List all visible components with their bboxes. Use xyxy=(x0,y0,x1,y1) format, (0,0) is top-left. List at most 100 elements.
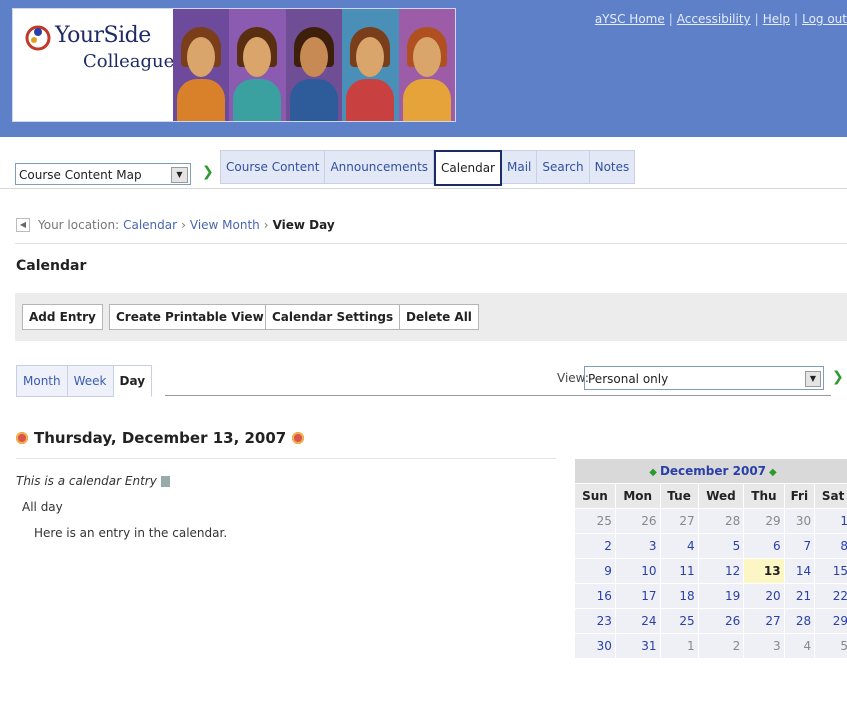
calendar-day[interactable]: 9 xyxy=(574,558,616,584)
calendar-day[interactable]: 1 xyxy=(814,508,847,534)
calendar-day[interactable]: 26 xyxy=(614,508,661,534)
calendar-day[interactable]: 14 xyxy=(783,558,816,584)
breadcrumb-separator-icon: › xyxy=(181,218,186,232)
logo-text-line1: YourSide xyxy=(55,23,151,48)
logo[interactable]: YourSide Colleague xyxy=(12,8,456,122)
calendar-day[interactable]: 22 xyxy=(814,583,847,609)
add-entry-button[interactable]: Add Entry xyxy=(22,304,103,330)
calendar-day[interactable]: 25 xyxy=(574,508,616,534)
breadcrumb-view-month[interactable]: View Month xyxy=(190,218,260,232)
calendar-day[interactable]: 3 xyxy=(614,533,661,559)
tab-mail[interactable]: Mail xyxy=(502,150,538,184)
calendar-day[interactable]: 16 xyxy=(574,583,616,609)
calendar-day[interactable]: 2 xyxy=(574,533,616,559)
delete-all-button[interactable]: Delete All xyxy=(399,304,479,330)
calendar-day[interactable]: 6 xyxy=(743,533,785,559)
entry-title[interactable]: This is a calendar Entry xyxy=(16,474,170,488)
calendar-day[interactable]: 19 xyxy=(697,583,745,609)
weekday-header: Mon xyxy=(614,483,661,509)
week-row: 9 10 11 12 13 14 15 xyxy=(574,558,847,584)
calendar-day[interactable]: 7 xyxy=(783,533,816,559)
calendar-day[interactable]: 11 xyxy=(659,558,699,584)
breadcrumb-calendar[interactable]: Calendar xyxy=(123,218,177,232)
view-filter-select[interactable]: Personal only ▼ xyxy=(584,366,824,390)
calendar-day[interactable]: 18 xyxy=(659,583,699,609)
breadcrumb-current: View Day xyxy=(272,218,335,232)
calendar-day[interactable]: 30 xyxy=(574,633,616,659)
chevron-down-icon: ▼ xyxy=(805,371,821,387)
calendar-day[interactable]: 15 xyxy=(814,558,847,584)
go-arrow-icon[interactable]: ❯ xyxy=(202,164,214,180)
view-filter-value: Personal only xyxy=(588,372,669,386)
logo-swirl-icon xyxy=(25,25,51,51)
weekday-header: Wed xyxy=(697,483,745,509)
course-map-select[interactable]: Course Content Map ▼ xyxy=(15,163,191,185)
weekday-header: Fri xyxy=(783,483,816,509)
mini-calendar: ◆ December 2007 ◆ Sun Mon Tue Wed Thu Fri Sat 25… xyxy=(574,458,847,659)
previous-month-icon[interactable]: ◆ xyxy=(649,467,657,478)
tab-notes[interactable]: Notes xyxy=(589,150,636,184)
calendar-day[interactable]: 28 xyxy=(783,608,816,634)
calendar-day[interactable]: 27 xyxy=(743,608,785,634)
calendar-day[interactable]: 17 xyxy=(614,583,661,609)
link-logout[interactable]: Log out xyxy=(802,12,847,26)
calendar-day[interactable]: 25 xyxy=(659,608,699,634)
tab-announcements[interactable]: Announcements xyxy=(325,150,435,184)
back-arrow-icon[interactable]: ◀ xyxy=(16,218,30,232)
calendar-day[interactable]: 31 xyxy=(614,633,661,659)
calendar-day[interactable]: 13 xyxy=(743,558,785,584)
calendar-day[interactable]: 27 xyxy=(659,508,699,534)
link-home[interactable]: aYSC Home xyxy=(595,12,665,26)
tab-search[interactable]: Search xyxy=(537,150,590,184)
calendar-day[interactable]: 28 xyxy=(697,508,745,534)
calendar-day[interactable]: 12 xyxy=(697,558,745,584)
calendar-day[interactable]: 29 xyxy=(814,608,847,634)
calendar-day[interactable]: 24 xyxy=(614,608,661,634)
tab-month[interactable]: Month xyxy=(16,365,68,397)
main-tabs: Course Content Announcements Calendar Ma… xyxy=(220,150,636,186)
day-date: Thursday, December 13, 2007 xyxy=(34,429,287,447)
week-row: 30 31 1 2 3 4 5 xyxy=(574,633,847,659)
calendar-day[interactable]: 5 xyxy=(697,533,745,559)
tab-course-content[interactable]: Course Content xyxy=(220,150,326,184)
link-accessibility[interactable]: Accessibility xyxy=(677,12,751,26)
divider xyxy=(16,458,556,459)
tab-week[interactable]: Week xyxy=(67,365,114,397)
create-printable-view-button[interactable]: Create Printable View xyxy=(109,304,271,330)
weekday-header: Sun xyxy=(574,483,616,509)
calendar-day[interactable]: 10 xyxy=(614,558,661,584)
calendar-day[interactable]: 30 xyxy=(783,508,816,534)
course-map-value: Course Content Map xyxy=(19,168,142,182)
calendar-day[interactable]: 4 xyxy=(659,533,699,559)
weekday-row: Sun Mon Tue Wed Thu Fri Sat xyxy=(574,483,847,509)
app-header: YourSide Colleague aYSC Home | Accessibili… xyxy=(0,0,847,137)
calendar-day[interactable]: 21 xyxy=(783,583,816,609)
calendar-day[interactable]: 29 xyxy=(743,508,785,534)
tab-calendar[interactable]: Calendar xyxy=(434,150,502,186)
entry-edit-icon[interactable] xyxy=(160,476,170,487)
calendar-day[interactable]: 8 xyxy=(814,533,847,559)
calendar-day[interactable]: 5 xyxy=(814,633,847,659)
entry-title-text: This is a calendar Entry xyxy=(16,474,157,488)
calendar-day[interactable]: 2 xyxy=(697,633,745,659)
calendar-settings-button[interactable]: Calendar Settings xyxy=(265,304,401,330)
breadcrumb: ◀ Your location: Calendar › View Month ›… xyxy=(16,218,335,232)
previous-day-icon[interactable] xyxy=(16,432,28,444)
week-row: 25 26 27 28 29 30 1 xyxy=(574,508,847,534)
divider xyxy=(15,243,847,244)
tab-day[interactable]: Day xyxy=(113,365,153,397)
entry-description: Here is an entry in the calendar. xyxy=(34,526,228,540)
calendar-day[interactable]: 23 xyxy=(574,608,616,634)
calendar-day[interactable]: 20 xyxy=(743,583,785,609)
calendar-day[interactable]: 1 xyxy=(659,633,699,659)
next-month-icon[interactable]: ◆ xyxy=(769,467,777,478)
page-title: Calendar xyxy=(16,258,87,274)
go-arrow-icon[interactable]: ❯ xyxy=(832,369,844,385)
chevron-down-icon: ▼ xyxy=(171,167,188,183)
next-day-icon[interactable] xyxy=(292,432,305,444)
calendar-day[interactable]: 26 xyxy=(697,608,745,634)
tabs-baseline xyxy=(165,395,831,396)
calendar-day[interactable]: 4 xyxy=(783,633,816,659)
calendar-day[interactable]: 3 xyxy=(743,633,785,659)
link-help[interactable]: Help xyxy=(763,12,790,26)
